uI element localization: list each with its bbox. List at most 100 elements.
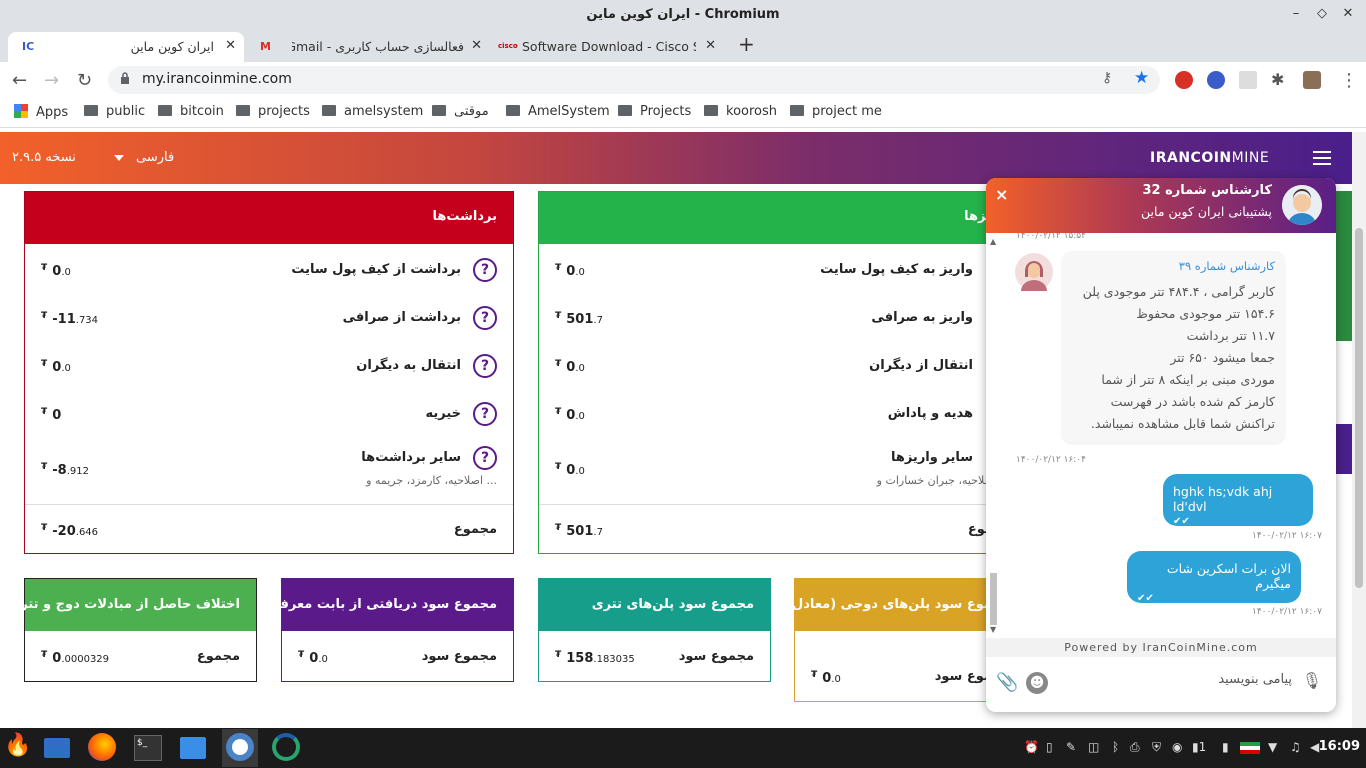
agent-name: کارشناس شماره 32	[1142, 183, 1272, 198]
bookmark-bitcoin[interactable]: bitcoin	[158, 104, 224, 119]
bookmark-project-me[interactable]: project me	[790, 104, 882, 119]
bookmark-amelsystem[interactable]: amelsystem	[322, 104, 423, 119]
fire-launcher-icon[interactable]: 🔥	[4, 733, 34, 763]
outgoing-message: الان برات اسکرین شات میگیرم ✔✔	[1127, 551, 1301, 604]
side-card-fragment	[1336, 191, 1352, 341]
files-icon[interactable]	[180, 737, 206, 759]
language-select[interactable]: فارسی	[136, 150, 174, 165]
powered-by[interactable]: Powered by IranCoinMine.com	[986, 638, 1336, 657]
agent-avatar	[1282, 185, 1322, 225]
printer-icon[interactable]: ⎙	[1130, 740, 1144, 754]
extension-blue-icon[interactable]	[1207, 71, 1225, 89]
new-tab-button[interactable]: +	[738, 32, 762, 62]
hamburger-menu-icon[interactable]	[1313, 151, 1331, 165]
deposits-total-row: مجموع ₮501.7	[555, 522, 1011, 539]
bookmark-projects-2[interactable]: Projects	[618, 104, 691, 119]
site-header: نسخه ۲.۹.۵ فارسی IRANCOINMINE	[0, 132, 1352, 184]
extension-gray-icon[interactable]	[1239, 71, 1257, 89]
cisco-favicon-icon: cisco	[498, 42, 518, 50]
wifi-icon[interactable]: ▼	[1268, 740, 1282, 754]
help-icon[interactable]: ?	[473, 306, 497, 330]
withdrawal-row: ? برداشت از صرافی ₮ -11.734	[25, 296, 513, 340]
desktop-icon[interactable]	[44, 738, 70, 758]
profile-avatar[interactable]	[1303, 71, 1321, 89]
microphone-icon[interactable]: 🎙	[1302, 671, 1322, 690]
extensions-puzzle-icon[interactable]: ✱	[1271, 70, 1284, 89]
bookmark-amelsystem-2[interactable]: AmelSystem	[506, 104, 610, 119]
address-bar[interactable]: my.irancoinmine.com ⚷ ★	[108, 66, 1160, 94]
agent-subtitle: پشتیبانی ایران کوین ماین	[1141, 204, 1272, 219]
bookmark-star-icon[interactable]: ★	[1134, 68, 1149, 88]
chromium-icon[interactable]	[226, 733, 254, 761]
chat-widget: × کارشناس شماره 32 پشتیبانی ایران کوین م…	[986, 178, 1336, 712]
emoji-icon[interactable]: ☻	[1026, 672, 1048, 694]
minimize-button[interactable]: –	[1288, 6, 1304, 22]
help-icon[interactable]: ?	[473, 354, 497, 378]
terminal-icon[interactable]: $_	[134, 735, 162, 761]
network-app-icon[interactable]	[272, 733, 300, 761]
deposit-row: ? هدیه و پاداش ₮0.0	[539, 392, 1027, 436]
message-input[interactable]: پیامی بنویسید	[1218, 672, 1292, 687]
page-scrollbar[interactable]	[1352, 132, 1366, 728]
tab-label: فعالسازی حساب کاربری - Gmail	[292, 39, 464, 54]
alarm-icon[interactable]: ⏰	[1024, 740, 1039, 754]
bookmark-public[interactable]: public	[84, 104, 145, 119]
tab-irancoinmine[interactable]: IC ایران کوین ماین ✕	[8, 32, 244, 62]
read-ticks-icon: ✔✔	[1137, 593, 1154, 604]
help-icon[interactable]: ?	[473, 402, 497, 426]
close-window-button[interactable]: ✕	[1340, 6, 1356, 22]
withdrawal-row: ? سایر برداشت‌ها اصلاحیه، کارمزد، جریمه …	[25, 436, 513, 496]
tab-gmail[interactable]: M فعالسازی حساب کاربری - Gmail ✕	[252, 32, 488, 62]
folder-icon	[236, 105, 250, 116]
attach-icon[interactable]: 📎	[996, 672, 1018, 693]
help-icon[interactable]: ?	[473, 446, 497, 470]
withdrawals-total-row: مجموع ₮ -20.646	[41, 522, 497, 539]
eye-icon[interactable]: ◉	[1172, 740, 1186, 754]
deposit-row: ? واریز به کیف پول سایت ₮0.0	[539, 248, 1027, 292]
bookmark-apps[interactable]: Apps	[14, 104, 68, 120]
maximize-button[interactable]: ◇	[1314, 6, 1330, 22]
version-label: نسخه ۲.۹.۵	[12, 150, 76, 165]
withdrawals-card: برداشت‌ها ? برداشت از کیف پول سایت ₮ 0.0 …	[24, 191, 514, 554]
extension-red-icon[interactable]	[1175, 71, 1193, 89]
withdrawal-row: ? انتقال به دیگران ₮ 0.0	[25, 344, 513, 388]
bluetooth-icon[interactable]: ᛒ	[1112, 740, 1126, 754]
chevron-down-icon[interactable]	[114, 155, 124, 161]
chat-scrollbar[interactable]: ▲ ▼	[988, 233, 998, 638]
tab-cisco[interactable]: cisco Software Download - Cisco Sys ✕	[494, 32, 730, 62]
irancoinmine-favicon-icon: IC	[22, 40, 35, 53]
close-tab-icon[interactable]: ✕	[225, 38, 236, 53]
folder-icon	[158, 105, 172, 116]
phone-icon[interactable]: ▯	[1046, 740, 1060, 754]
bookmarks-bar: Apps public bitcoin projects amelsystem …	[0, 98, 1366, 128]
reload-icon[interactable]: ↻	[77, 70, 92, 91]
incoming-message: کارشناس شماره ۳۹ کاربر گرامی ، ۴۸۴.۴ تتر…	[1062, 251, 1285, 443]
bookmark-koorosh[interactable]: koorosh	[704, 104, 777, 119]
forward-icon[interactable]: →	[44, 70, 59, 91]
folder-icon	[322, 105, 336, 116]
firefox-icon[interactable]	[88, 733, 116, 761]
summary-card: مجموع سود پلن‌های تتری مجموع سود ₮ 158.18…	[538, 578, 771, 682]
close-tab-icon[interactable]: ✕	[705, 38, 716, 53]
clipboard-icon[interactable]: ◫	[1088, 740, 1102, 754]
music-icon[interactable]: ♫	[1290, 740, 1304, 754]
close-chat-icon[interactable]: ×	[995, 185, 1008, 204]
bookmark-projects[interactable]: projects	[236, 104, 310, 119]
notifications-counter[interactable]: ▮1	[1192, 740, 1216, 754]
shield-icon[interactable]: ⛨	[1152, 740, 1166, 754]
folder-icon	[84, 105, 98, 116]
help-icon[interactable]: ?	[473, 258, 497, 282]
close-tab-icon[interactable]: ✕	[471, 38, 482, 53]
key-icon[interactable]: ⚷	[1102, 70, 1112, 86]
back-icon[interactable]: ←	[12, 70, 27, 91]
browser-menu-icon[interactable]: ⋮	[1340, 70, 1358, 91]
clock[interactable]: 16:09	[1319, 739, 1360, 754]
bookmark-movaghati[interactable]: موقتی	[432, 104, 489, 119]
chat-input-bar: 📎 ☻ پیامی بنویسید 🎙	[986, 657, 1336, 712]
site-logo[interactable]: IRANCOINMINE	[1150, 150, 1269, 166]
keyboard-layout-flag-icon[interactable]	[1240, 742, 1260, 754]
tab-label: ایران کوین ماین	[130, 39, 214, 54]
deposit-row: ? انتقال از دیگران ₮0.0	[539, 344, 1027, 388]
notes-icon[interactable]: ✎	[1066, 740, 1080, 754]
battery-icon[interactable]: ▮	[1222, 740, 1236, 754]
